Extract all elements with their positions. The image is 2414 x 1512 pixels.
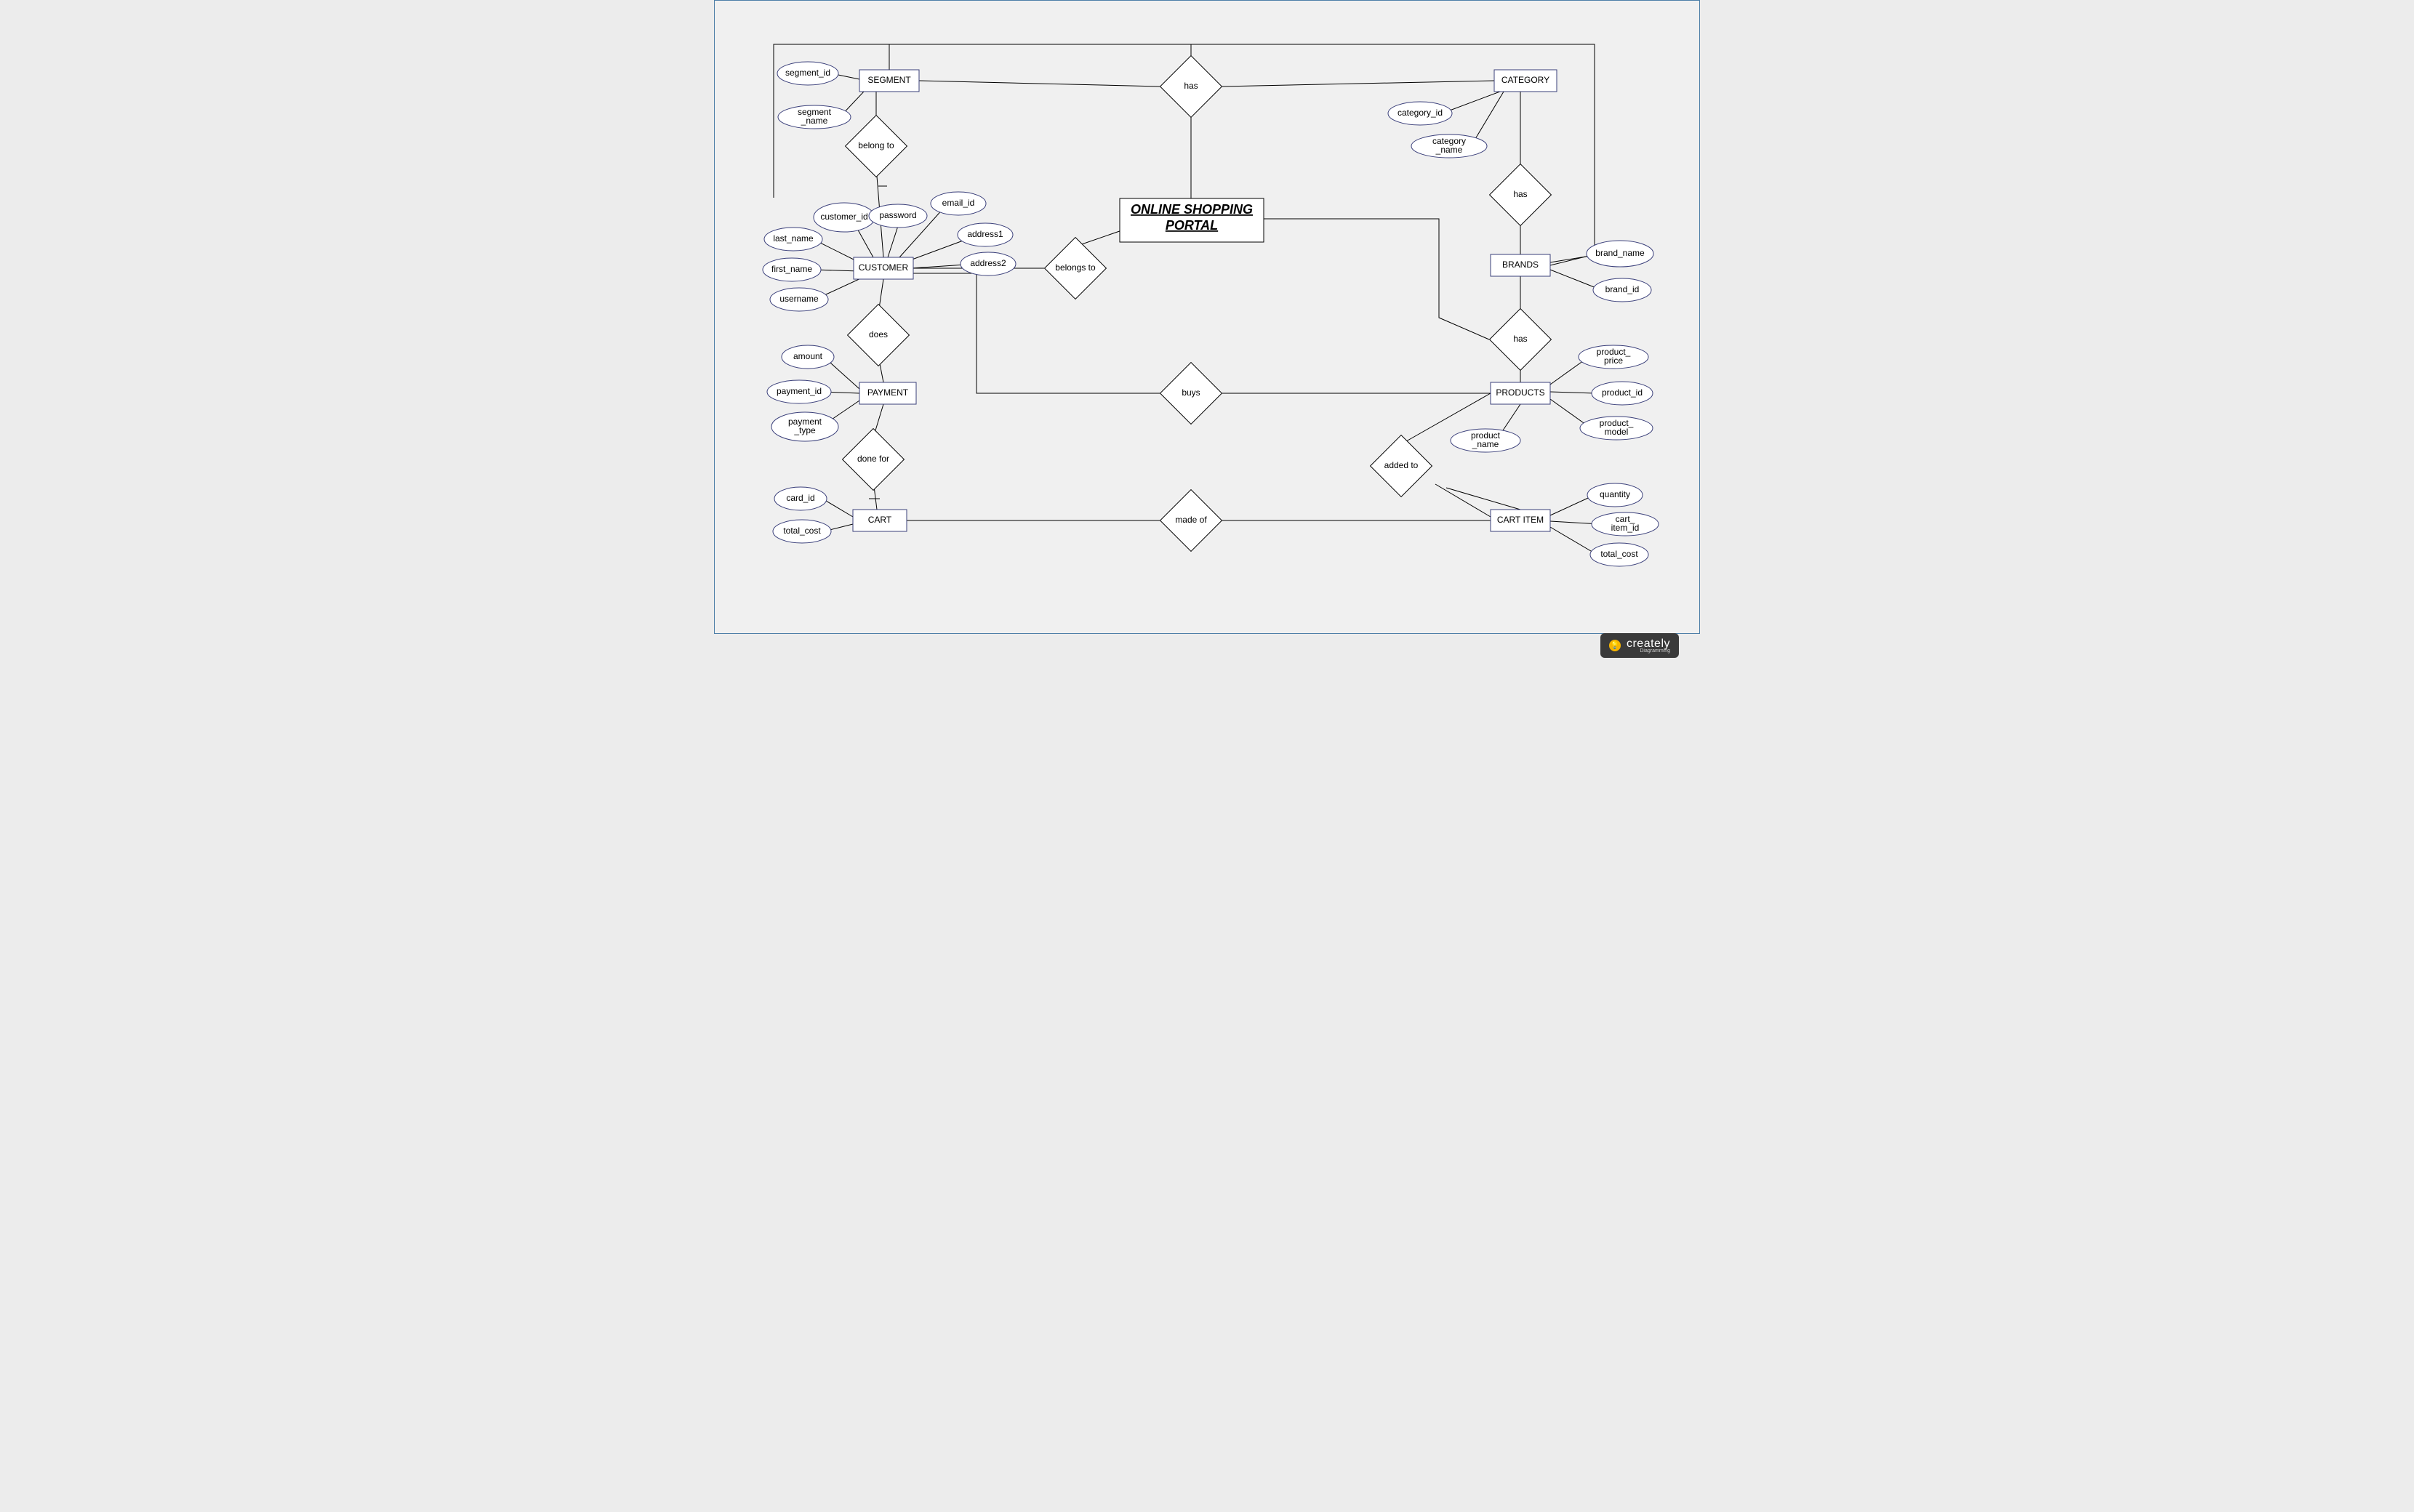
svg-text:has: has — [1513, 189, 1527, 199]
attr-address1: address1 — [958, 223, 1013, 246]
attr-quantity: quantity — [1587, 483, 1643, 507]
attr-category-id: category_id — [1388, 102, 1452, 125]
svg-text:quantity: quantity — [1600, 489, 1630, 499]
svg-text:total_cost: total_cost — [783, 526, 821, 536]
entity-products: PRODUCTS — [1491, 382, 1550, 404]
svg-text:product_id: product_id — [1602, 387, 1643, 398]
svg-text:PRODUCTS: PRODUCTS — [1496, 387, 1544, 398]
svg-text:PAYMENT: PAYMENT — [867, 387, 909, 398]
svg-text:address1: address1 — [967, 229, 1003, 239]
attr-total-cost-cart: total_cost — [773, 520, 831, 543]
svg-text:email_id: email_id — [942, 198, 975, 208]
svg-text:password: password — [879, 210, 916, 220]
svg-text:has: has — [1513, 334, 1527, 344]
svg-text:segment_name: segment_name — [798, 107, 832, 126]
attr-amount: amount — [782, 345, 834, 369]
rel-added-to: added to — [1371, 435, 1432, 497]
svg-text:has: has — [1184, 81, 1198, 91]
svg-text:card_id: card_id — [786, 493, 814, 503]
svg-text:product_name: product_name — [1471, 430, 1501, 449]
attr-segment-name: segment_name — [778, 105, 851, 129]
svg-text:buys: buys — [1182, 387, 1200, 398]
attr-address2: address2 — [961, 252, 1016, 276]
svg-text:amount: amount — [793, 351, 823, 361]
rel-done-for: done for — [843, 429, 905, 491]
svg-text:made of: made of — [1175, 515, 1207, 525]
attr-email-id: email_id — [931, 192, 986, 215]
svg-text:belongs to: belongs to — [1055, 262, 1096, 273]
attr-category-name: category_name — [1411, 134, 1487, 158]
rel-has-cat-brand: has — [1490, 164, 1552, 226]
attr-brand-name: brand_name — [1587, 241, 1653, 267]
svg-text:added to: added to — [1384, 460, 1419, 470]
attr-customer-id: customer_id — [814, 203, 875, 232]
entity-cart: CART — [853, 510, 907, 531]
attr-payment-id: payment_id — [767, 380, 831, 403]
entity-payment: PAYMENT — [859, 382, 916, 404]
svg-text:category_id: category_id — [1398, 108, 1443, 118]
svg-text:CUSTOMER: CUSTOMER — [859, 262, 909, 273]
diagram-frame: ONLINE SHOPPINGPORTAL SEGMENT CATEGORY B… — [714, 0, 1700, 634]
svg-text:belong to: belong to — [858, 140, 894, 150]
rel-has-top: has — [1160, 56, 1222, 118]
svg-text:customer_id: customer_id — [820, 212, 867, 222]
rel-does: does — [848, 305, 910, 366]
attr-password: password — [869, 204, 927, 228]
rel-has-brand-prod: has — [1490, 309, 1552, 371]
svg-text:last_name: last_name — [773, 233, 814, 244]
entity-cart-item: CART ITEM — [1491, 510, 1550, 531]
svg-text:CART ITEM: CART ITEM — [1497, 515, 1544, 525]
svg-text:done for: done for — [857, 454, 889, 464]
attr-product-id: product_id — [1592, 382, 1653, 405]
attr-cart-item-id: cart_item_id — [1592, 512, 1659, 536]
svg-text:payment_id: payment_id — [777, 386, 822, 396]
attr-brand-id: brand_id — [1593, 278, 1651, 302]
entity-segment: SEGMENT — [859, 70, 919, 92]
svg-text:segment_id: segment_id — [785, 68, 830, 78]
attr-product-model: product_model — [1580, 417, 1653, 440]
svg-text:first_name: first_name — [771, 264, 812, 274]
er-diagram: ONLINE SHOPPINGPORTAL SEGMENT CATEGORY B… — [715, 1, 1699, 633]
rel-made-of: made of — [1160, 490, 1222, 552]
svg-text:SEGMENT: SEGMENT — [867, 75, 911, 85]
attr-first-name: first_name — [763, 258, 821, 281]
entity-category: CATEGORY — [1494, 70, 1557, 92]
svg-text:username: username — [779, 294, 819, 304]
attr-username: username — [770, 288, 828, 311]
svg-text:CATEGORY: CATEGORY — [1501, 75, 1549, 85]
svg-text:total_cost: total_cost — [1600, 549, 1638, 559]
svg-text:category_name: category_name — [1432, 136, 1466, 155]
attr-payment-type: payment_type — [771, 412, 838, 441]
creately-logo: 💡 creately Diagramming — [1600, 633, 1679, 658]
attr-product-name: product_name — [1451, 429, 1520, 452]
svg-text:brand_id: brand_id — [1605, 284, 1640, 294]
attr-product-price: product_price — [1579, 345, 1648, 369]
attr-segment-id: segment_id — [777, 62, 838, 85]
rel-belong-to: belong to — [846, 116, 907, 177]
bulb-icon: 💡 — [1609, 640, 1621, 651]
svg-text:address2: address2 — [970, 258, 1006, 268]
svg-text:brand_name: brand_name — [1595, 248, 1645, 258]
entity-brands: BRANDS — [1491, 254, 1550, 276]
attr-total-cost-ci: total_cost — [1590, 543, 1648, 566]
svg-text:does: does — [869, 329, 888, 339]
entity-portal: ONLINE SHOPPINGPORTAL — [1120, 198, 1264, 242]
svg-text:BRANDS: BRANDS — [1502, 260, 1539, 270]
rel-buys: buys — [1160, 363, 1222, 425]
attr-card-id: card_id — [774, 487, 827, 510]
attr-last-name: last_name — [764, 228, 822, 251]
entity-customer: CUSTOMER — [854, 257, 913, 279]
rel-belongs-to: belongs to — [1045, 238, 1107, 299]
svg-text:CART: CART — [868, 515, 892, 525]
